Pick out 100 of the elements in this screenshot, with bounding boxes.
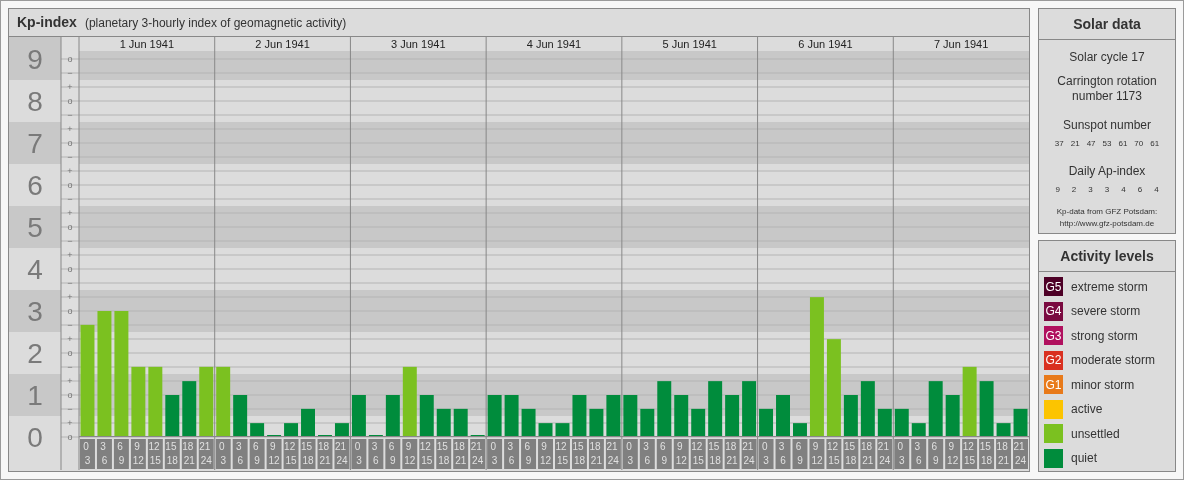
- panel-title: Kp-index: [17, 13, 77, 32]
- time-label: 18 21: [588, 439, 604, 469]
- time-label: 12 15: [690, 439, 706, 469]
- level-swatch: G4: [1044, 301, 1063, 321]
- time-label: 6 9: [113, 439, 129, 469]
- x-tick-label: 3 6: [507, 441, 516, 466]
- time-label: 0 3: [487, 439, 503, 469]
- time-label: 3 6: [504, 439, 520, 469]
- x-tick-label: 6 9: [117, 441, 126, 466]
- source-text: Kp-data from GFZ Potsdam:: [1056, 206, 1158, 218]
- date-label: 2 Jun 1941: [255, 38, 310, 50]
- panel-title: Solar data: [1039, 9, 1175, 40]
- ap-value: 3: [1104, 184, 1110, 196]
- time-label: 15 18: [436, 439, 452, 469]
- y-axis-label: 2: [27, 337, 43, 369]
- panel-subtitle: (planetary 3-hourly index of geomagnetic activity): [84, 14, 347, 32]
- time-label: 21 24: [198, 439, 214, 469]
- sub-tick-label: o: [67, 264, 73, 274]
- sub-tick-label: −: [67, 152, 73, 162]
- y-axis-label: 4: [27, 253, 43, 285]
- sub-tick-label: o: [67, 54, 73, 64]
- time-label: 6 9: [656, 439, 672, 469]
- ap-value: 4: [1121, 184, 1126, 196]
- time-label: 0 3: [758, 439, 774, 469]
- x-tick-label: 0 3: [219, 441, 228, 466]
- sub-tick-label: +: [67, 82, 73, 92]
- sunspot-value: 47: [1086, 138, 1096, 150]
- time-label: 9 12: [402, 439, 418, 469]
- date-label: 1 Jun 1941: [119, 38, 175, 50]
- time-label: 6 9: [249, 439, 265, 469]
- time-label: 3 6: [911, 439, 927, 469]
- time-label: 21 24: [1013, 439, 1028, 469]
- ap-value: 4: [1154, 184, 1159, 196]
- sub-tick-label: +: [67, 334, 73, 344]
- time-label: 15 18: [571, 439, 587, 469]
- level-swatch: G3: [1044, 326, 1063, 346]
- date-label: 7 Jun 1941: [933, 38, 989, 50]
- time-label: 3 6: [96, 439, 112, 469]
- time-label: 18 21: [996, 439, 1012, 469]
- date-label: 3 Jun 1941: [391, 38, 446, 50]
- time-label: 0 3: [351, 439, 367, 469]
- y-axis-label: 8: [27, 85, 43, 117]
- time-label: 21 24: [877, 439, 893, 469]
- sunspot-value: 21: [1070, 138, 1080, 150]
- level-swatch: G5: [1044, 277, 1063, 297]
- sub-tick-label: +: [67, 208, 73, 218]
- time-label: 12 15: [283, 439, 299, 469]
- sub-tick-label: o: [67, 348, 73, 358]
- sub-tick-label: o: [67, 180, 73, 190]
- solar-cycle-text: Solar cycle 17: [1069, 49, 1145, 66]
- time-label: 6 9: [521, 439, 537, 469]
- sub-tick-label: +: [67, 250, 73, 260]
- sub-tick-label: −: [67, 320, 73, 330]
- ap-value: 3: [1088, 184, 1093, 196]
- time-label: 3 6: [232, 439, 248, 469]
- sub-tick-label: +: [67, 418, 73, 428]
- sub-tick-label: o: [67, 432, 73, 442]
- sub-tick-label: −: [67, 362, 73, 372]
- time-label: 21 24: [334, 439, 350, 469]
- time-label: 12 15: [147, 439, 163, 469]
- time-label: 15 18: [300, 439, 316, 469]
- time-label: 6 9: [385, 439, 401, 469]
- sub-tick-label: o: [67, 390, 73, 400]
- time-label: 15 18: [164, 439, 180, 469]
- time-label: 6 9: [792, 439, 808, 469]
- y-axis-label: 5: [27, 211, 43, 243]
- sub-tick-label: o: [67, 222, 73, 232]
- sunspot-value: 70: [1134, 138, 1144, 150]
- sub-tick-label: −: [67, 404, 73, 414]
- level-swatch: G2: [1044, 350, 1063, 370]
- time-label: 9 12: [266, 439, 282, 469]
- time-label: 12 15: [962, 439, 978, 469]
- sunspot-value: 61: [1150, 138, 1160, 150]
- time-label: 15 18: [979, 439, 995, 469]
- time-label: 21 24: [605, 439, 621, 469]
- time-label: 3 6: [639, 439, 655, 469]
- time-label: 15 18: [843, 439, 859, 469]
- ap-heading: Daily Ap-index: [1068, 163, 1146, 180]
- date-label: 6 Jun 1941: [798, 38, 853, 50]
- time-label: 12 15: [555, 439, 570, 469]
- date-label: 5 Jun 1941: [662, 38, 717, 50]
- time-label: 21 24: [741, 439, 757, 469]
- x-tick-label: 0 3: [626, 441, 635, 466]
- sub-tick-label: −: [67, 278, 73, 288]
- level-label: extreme storm: [1071, 278, 1148, 296]
- x-tick-label: 3 6: [643, 441, 652, 466]
- time-label: 9 12: [809, 439, 825, 469]
- ap-value: 9: [1055, 184, 1060, 196]
- y-axis-label: 3: [27, 295, 43, 327]
- time-label: 9 12: [130, 439, 146, 469]
- sub-tick-label: +: [67, 166, 73, 176]
- y-axis-label: 6: [27, 169, 43, 201]
- time-label: 18 21: [453, 439, 469, 469]
- sub-tick-label: +: [67, 292, 73, 302]
- sub-tick-label: o: [67, 96, 73, 106]
- time-label: 6 9: [928, 439, 944, 469]
- y-axis-label: 1: [27, 379, 43, 411]
- sub-tick-label: +: [67, 376, 73, 386]
- y-axis-label: 9: [27, 43, 43, 75]
- time-label: 9 12: [945, 439, 961, 469]
